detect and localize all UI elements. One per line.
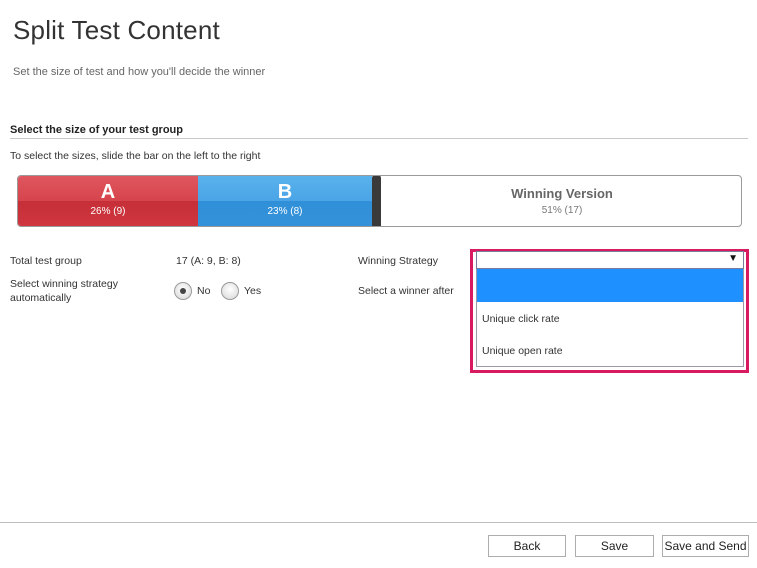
winning-strategy-select[interactable]: ▼ [476,251,744,269]
dropdown-arrow-icon[interactable]: ▼ [728,253,738,264]
footer-divider [0,522,757,523]
radio-no-label[interactable]: No [197,284,210,298]
page-title: Split Test Content [13,15,220,45]
option-unique-open-rate[interactable]: Unique open rate [477,345,743,357]
segment-b-letter: B [277,181,293,203]
section-title: Select the size of your test group [10,124,183,136]
back-button[interactable]: Back [488,535,566,557]
segment-winning-version: Winning Version 51% (17) [383,176,741,226]
winner-after-label: Select a winner after [358,285,454,297]
split-slider-handle[interactable] [372,176,381,226]
winning-version-percent: 51% (17) [541,205,583,216]
radio-no[interactable] [174,282,192,300]
section-divider [10,138,748,139]
section-hint: To select the sizes, slide the bar on th… [10,150,261,162]
winning-version-title: Winning Version [511,186,613,201]
test-group-split-bar: A 26% (9) B 23% (8) Winning Version 51% … [17,175,742,227]
segment-b-percent: 23% (8) [267,206,303,217]
segment-a-letter: A [100,181,116,203]
option-blank[interactable] [477,269,743,302]
save-and-send-button[interactable]: Save and Send [662,535,749,557]
segment-a-percent: 26% (9) [90,206,126,217]
page-subtitle: Set the size of test and how you'll deci… [13,66,266,78]
total-test-group-label: Total test group [10,255,82,267]
segment-b: B 23% (8) [198,176,372,226]
save-button[interactable]: Save [575,535,654,557]
radio-yes[interactable] [221,282,239,300]
total-test-group-value: 17 (A: 9, B: 8) [176,255,241,267]
winning-strategy-label: Winning Strategy [358,255,438,267]
radio-yes-label[interactable]: Yes [244,284,261,298]
auto-strategy-label: Select winning strategy automatically [10,278,118,304]
option-unique-click-rate[interactable]: Unique click rate [477,313,743,325]
winning-strategy-options: Unique click rate Unique open rate [476,269,744,367]
segment-a: A 26% (9) [18,176,198,226]
